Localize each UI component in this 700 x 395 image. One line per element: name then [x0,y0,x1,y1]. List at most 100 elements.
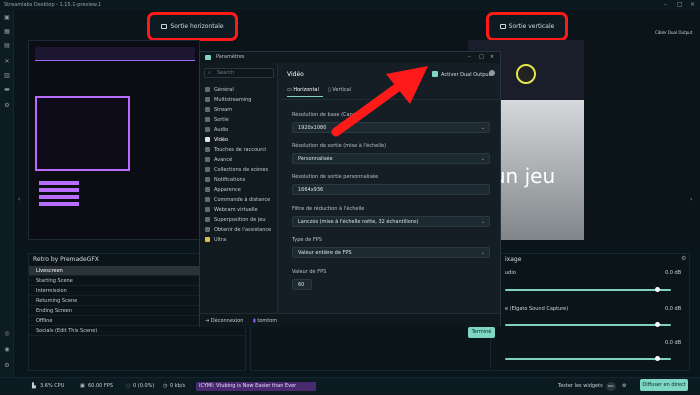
chevron-right-icon[interactable]: › [690,196,692,203]
username: tomtom [257,318,278,324]
monitor-icon [499,24,506,29]
nav-advanced[interactable]: Avancé [205,155,232,165]
remote-icon [205,197,210,202]
app-logo-icon [205,55,211,60]
red-arrow-annotation [331,66,428,137]
stats-icon[interactable]: ▥ [3,72,11,80]
gear-icon[interactable]: ⚙ [3,362,11,370]
minimize-icon[interactable]: – [468,52,471,63]
community-icon[interactable]: ◎ [3,330,11,338]
nav-game-overlay[interactable]: Superposition de jeu [205,215,266,225]
nav-stream[interactable]: Stream [205,105,232,115]
volume-slider-handle[interactable] [655,356,660,361]
editor-icon[interactable]: ▣ [3,14,11,22]
themes-icon[interactable]: ▦ [3,28,11,36]
bitrate: 0 kb/s [170,383,186,389]
recordings-icon[interactable]: ▬ [3,86,11,94]
volume-slider[interactable] [505,324,671,326]
search-icon: ⌕ [208,70,211,76]
monitor-icon [161,24,168,29]
vertical-output-callout: Sortie verticale [486,12,568,41]
custom-resolution-label: Résolution de sortie personnalisée [292,174,379,180]
nav-label: Sortie [214,117,229,123]
select-value: Personnalisée [298,156,333,162]
chevron-down-icon: ⌄ [480,125,485,131]
custom-resolution-input[interactable]: 1664x936 [292,184,490,195]
tab-horizontal[interactable]: ▭ Horizontal [287,87,319,93]
volume-slider-handle[interactable] [655,322,660,327]
active-tab-indicator [287,96,323,97]
nav-remote-control[interactable]: Commande à distance [205,195,270,205]
close-icon[interactable]: × [490,52,494,63]
nav-audio[interactable]: Audio [205,125,228,135]
info-icon[interactable] [489,70,495,76]
nav-ultra[interactable]: Ultra [205,235,226,245]
go-live-button[interactable]: Diffuser en direct [640,379,688,391]
dropped-icon: ◌ [126,383,131,389]
audio-icon [205,127,210,132]
maximize-icon[interactable]: □ [677,0,683,10]
test-widgets-button[interactable]: Tester les widgets [558,378,603,395]
downscale-filter-select[interactable]: Lanczos (mise à l'échelle nette, 32 écha… [292,216,490,227]
volume-slider-handle[interactable] [655,287,660,292]
checkbox-icon[interactable] [432,71,438,77]
done-button[interactable]: Terminé [468,327,495,338]
nav-appearance[interactable]: Apparence [205,185,241,195]
mixer-track-db: 0.0 dB [665,340,682,346]
nav-help[interactable]: Obtenir de l'assistance [205,225,271,235]
minimize-icon[interactable]: – [664,0,667,10]
webcam-frame [35,96,130,171]
dual-output-toggle[interactable]: Activer Dual Output [432,71,491,78]
nav-label: Général [214,87,234,93]
store-icon[interactable]: ▤ [3,42,11,50]
fps-value-input[interactable]: 60 [292,279,312,290]
globe-icon [205,107,210,112]
volume-slider[interactable] [505,358,671,360]
settings-icon[interactable]: ⚙ [622,378,626,395]
mixer-settings-icon[interactable]: ⚙ [681,255,686,262]
record-button[interactable]: REC [606,382,616,391]
tools-icon[interactable]: ✕ [3,58,11,66]
nav-multistreaming[interactable]: Multistreaming [205,95,251,105]
logout-link[interactable]: Déconnexion [211,318,244,324]
nav-hotkeys[interactable]: Touches de raccourci [205,145,266,155]
settings-icon[interactable]: ⚙ [3,102,11,110]
nav-label: Ultra [214,237,227,243]
maximize-icon[interactable]: □ [479,52,484,63]
nav-label: Collections de scènes [214,167,269,173]
help-icon [205,227,210,232]
nav-general[interactable]: Général [205,85,234,95]
nav-output[interactable]: Sortie [205,115,229,125]
nav-label: Touches de raccourci [214,147,267,153]
chevron-down-icon: ⌄ [480,156,485,162]
dual-output-label: Activer Dual Output [441,72,491,78]
fps-type-select[interactable]: Valeur entière de FPS ⌄ [292,247,490,258]
output-resolution-label: Résolution de sortie (mise à l'échelle) [292,143,387,149]
chevron-left-icon[interactable]: ‹ [18,196,20,203]
mixer-track-db: 0.0 dB [665,270,682,276]
select-value: 1920x1080 [298,125,327,131]
callout-label: Sortie verticale [508,23,555,30]
horizontal-preview[interactable] [28,40,200,240]
close-icon[interactable]: × [690,0,695,10]
volume-slider[interactable] [505,289,671,291]
horizontal-output-callout: Sortie horizontale [147,12,238,41]
nav-virtual-webcam[interactable]: Webcam virtuelle [205,205,258,215]
arrow-shaft [331,79,407,137]
window-title: Streamlabs Desktop - 1.15.1-preview.1 [4,2,102,8]
collection-icon [205,167,210,172]
overlay-bar [39,188,79,192]
dual-output-link[interactable]: Cibler Dual Output [655,30,692,35]
dialog-title: Paramètres [216,54,245,60]
settings-search-input[interactable]: Search [204,68,274,78]
keyboard-icon [205,147,210,152]
overlay-bar [39,181,79,185]
nav-label: Webcam virtuelle [214,207,258,213]
nav-video[interactable]: Vidéo [205,135,228,145]
output-resolution-select[interactable]: Personnalisée ⌄ [292,153,490,164]
cpu-usage: 3.6% CPU [40,383,65,389]
promo-banner[interactable]: ICYMI: Vtubing is Now Easier than Ever [196,382,316,391]
nav-notifications[interactable]: Notifications [205,175,245,185]
nav-scene-collections[interactable]: Collections de scènes [205,165,268,175]
help-icon[interactable]: ◉ [3,346,11,354]
